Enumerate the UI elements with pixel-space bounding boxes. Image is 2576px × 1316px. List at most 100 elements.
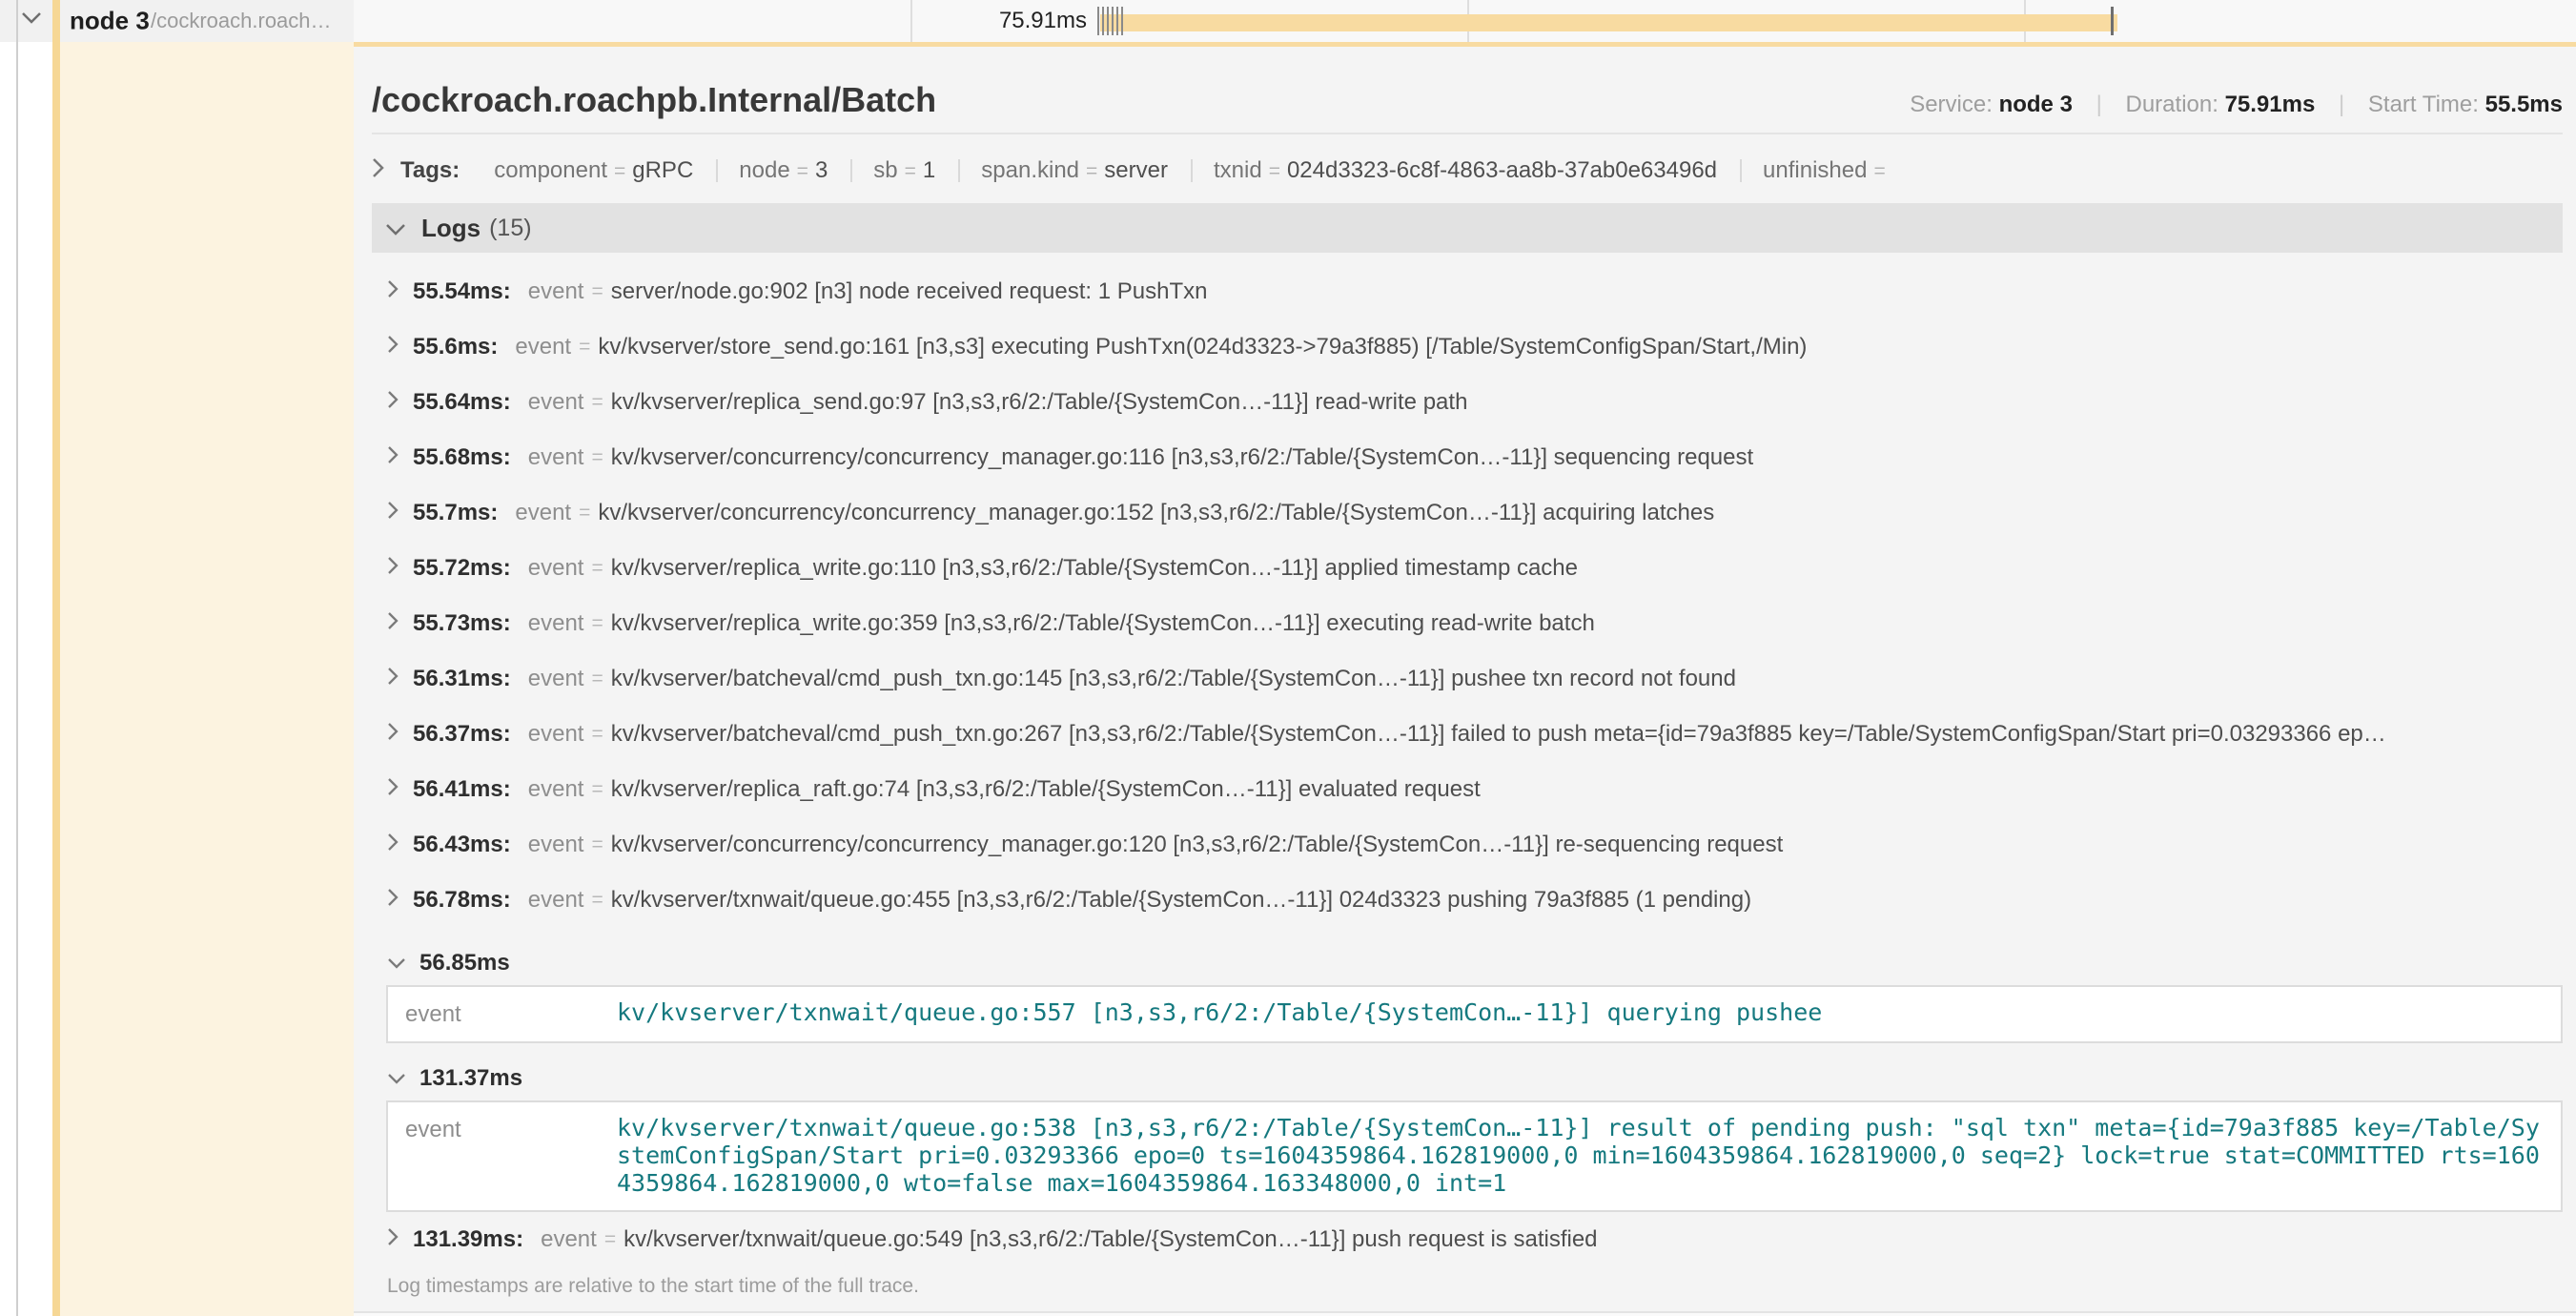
log-equals: = [591,446,603,469]
span-timeline-row[interactable]: node 3 /cockroach.roach… 75.91ms [0,0,2576,42]
log-timestamp: 56.78ms: [413,887,511,914]
log-equals: = [604,1228,616,1251]
tag-equals: = [614,160,625,182]
header-divider [372,133,2563,134]
log-equals: = [591,833,603,856]
log-field-key: event [528,610,584,637]
tag-item: unfinished= [1740,157,1915,184]
log-field-key: event [528,721,584,748]
chevron-right-icon[interactable] [387,389,399,416]
log-message: kv/kvserver/store_send.go:161 [n3,s3] ex… [598,334,2563,360]
service-color-accent-bar [52,0,60,1316]
log-field-value[interactable]: kv/kvserver/txnwait/queue.go:557 [n3,s3,… [617,998,2542,1028]
tag-item: component=gRPC [471,157,716,184]
log-field-key: event [528,887,584,914]
log-equals: = [591,668,603,690]
tag-value: server [1104,157,1168,183]
log-message: kv/kvserver/replica_raft.go:74 [n3,s3,r6… [611,776,2563,803]
meta-separator: | [2339,92,2344,117]
log-field-value[interactable]: kv/kvserver/txnwait/queue.go:538 [n3,s3,… [617,1114,2542,1197]
tag-equals: = [1873,160,1885,182]
service-label: Service: [1910,92,1993,117]
log-row-expanded-header[interactable]: 131.37ms [372,1057,2563,1100]
log-marker-tick [1107,7,1109,35]
chevron-right-icon[interactable] [387,721,399,748]
log-timestamp: 56.37ms: [413,721,511,748]
chevron-down-icon[interactable] [387,950,406,977]
log-row[interactable]: 55.64ms: event = kv/kvserver/replica_sen… [372,375,2563,430]
chevron-right-icon[interactable] [387,555,399,582]
log-fields-table: event kv/kvserver/txnwait/queue.go:557 [… [386,985,2563,1043]
tag-item: span.kind=server [958,157,1191,184]
chevron-right-icon[interactable] [387,610,399,637]
logs-footer-note: Log timestamps are relative to the start… [372,1275,2563,1298]
detail-header: /cockroach.roachpb.Internal/Batch Servic… [372,81,2563,119]
log-marker-tick [1121,7,1123,35]
chevron-right-icon[interactable] [372,157,385,185]
log-equals: = [591,557,603,580]
log-message: kv/kvserver/batcheval/cmd_push_txn.go:14… [611,666,2563,692]
log-row[interactable]: 56.31ms: event = kv/kvserver/batcheval/c… [372,651,2563,707]
log-equals: = [591,612,603,635]
chevron-right-icon[interactable] [387,444,399,471]
tag-key: txnid [1214,157,1262,183]
log-message: kv/kvserver/concurrency/concurrency_mana… [598,500,2563,526]
chevron-right-icon[interactable] [387,500,399,526]
chevron-right-icon[interactable] [387,666,399,692]
start-time-value: 55.5ms [2485,92,2563,117]
log-marker-tick [1097,7,1099,35]
tag-value: 024d3323-6c8f-4863-aa8b-37ab0e63496d [1287,157,1717,183]
chevron-right-icon[interactable] [387,832,399,858]
log-row[interactable]: 56.37ms: event = kv/kvserver/batcheval/c… [372,707,2563,762]
log-field-key: event [388,1114,617,1197]
log-message: kv/kvserver/concurrency/concurrency_mana… [611,832,2563,858]
tags-row[interactable]: Tags: component=gRPC node=3 sb=1 span.ki… [372,152,2563,190]
span-duration-bar[interactable] [1100,14,2117,31]
log-field-key: event [528,389,584,416]
span-operation-title: /cockroach.roachpb.Internal/Batch [372,81,936,119]
log-row[interactable]: 55.6ms: event = kv/kvserver/store_send.g… [372,319,2563,375]
log-timestamp: 55.6ms: [413,334,498,360]
log-row[interactable]: 55.72ms: event = kv/kvserver/replica_wri… [372,541,2563,596]
chevron-down-icon[interactable] [385,214,406,243]
log-row[interactable]: 55.73ms: event = kv/kvserver/replica_wri… [372,596,2563,651]
log-field-key: event [515,500,571,526]
chevron-right-icon[interactable] [387,887,399,914]
log-equals: = [591,391,603,414]
log-message: kv/kvserver/txnwait/queue.go:549 [n3,s3,… [624,1226,2563,1253]
log-message: server/node.go:902 [n3] node received re… [611,278,2563,305]
chevron-right-icon[interactable] [387,776,399,803]
log-row[interactable]: 55.7ms: event = kv/kvserver/concurrency/… [372,485,2563,541]
meta-separator: | [2096,92,2102,117]
log-timestamp: 55.68ms: [413,444,511,471]
log-row[interactable]: 131.39ms: event = kv/kvserver/txnwait/qu… [372,1212,2563,1267]
log-entry-expanded: 56.85ms event kv/kvserver/txnwait/queue.… [372,941,2563,1043]
chevron-down-icon[interactable] [387,1065,406,1092]
log-timestamp: 55.54ms: [413,278,511,305]
span-timeline-cell[interactable]: 75.91ms [354,0,2576,42]
chevron-right-icon[interactable] [387,1226,399,1253]
log-equals: = [591,889,603,912]
log-row[interactable]: 56.78ms: event = kv/kvserver/txnwait/que… [372,873,2563,928]
log-equals: = [591,723,603,746]
duration-value: 75.91ms [2225,92,2316,117]
log-row-expanded-header[interactable]: 56.85ms [372,941,2563,985]
chevron-right-icon[interactable] [387,278,399,305]
chevron-right-icon[interactable] [387,334,399,360]
log-message: kv/kvserver/batcheval/cmd_push_txn.go:26… [611,721,2563,748]
log-marker-tick [1102,7,1104,35]
log-field-key: event [388,998,617,1028]
trace-span-detail-page: node 3 /cockroach.roach… 75.91ms /cockro… [0,0,2576,1316]
log-field-key: event [515,334,571,360]
timeline-gridline [910,0,912,42]
log-row[interactable]: 55.54ms: event = server/node.go:902 [n3]… [372,264,2563,319]
log-row[interactable]: 56.43ms: event = kv/kvserver/concurrency… [372,817,2563,873]
log-equals: = [579,336,590,359]
logs-section-header[interactable]: Logs (15) [372,203,2563,253]
log-timestamp: 55.73ms: [413,610,511,637]
log-field-key: event [528,555,584,582]
log-row[interactable]: 55.68ms: event = kv/kvserver/concurrency… [372,430,2563,485]
collapse-span-chevron[interactable] [21,11,42,30]
log-timestamp: 55.64ms: [413,389,511,416]
log-row[interactable]: 56.41ms: event = kv/kvserver/replica_raf… [372,762,2563,817]
